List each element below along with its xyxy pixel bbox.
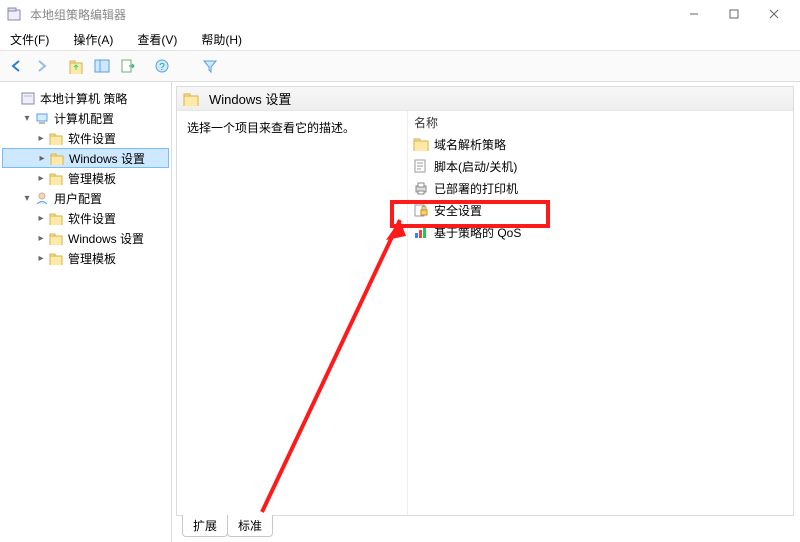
- annotation-highlight-box: [390, 200, 550, 228]
- menu-file[interactable]: 文件(F): [4, 29, 55, 50]
- back-button[interactable]: [4, 54, 28, 78]
- tree-u-software[interactable]: ▸ 软件设置: [2, 208, 169, 228]
- app-icon: [6, 6, 22, 22]
- folder-icon: [48, 250, 64, 266]
- menu-action[interactable]: 操作(A): [67, 29, 119, 50]
- show-hide-tree-button[interactable]: [90, 54, 114, 78]
- description-text: 选择一个项目来查看它的描述。: [187, 121, 355, 135]
- script-icon: [412, 157, 430, 175]
- tree-label: 用户配置: [54, 190, 102, 207]
- list-item-dns[interactable]: 域名解析策略: [408, 133, 793, 155]
- tree-user-config[interactable]: ▾ 用户配置: [2, 188, 169, 208]
- folder-icon: [183, 91, 199, 107]
- description-pane: 选择一个项目来查看它的描述。: [177, 111, 407, 515]
- list-item-label: 脚本(启动/关机): [434, 158, 517, 175]
- menu-view[interactable]: 查看(V): [131, 29, 183, 50]
- detail-header: Windows 设置: [177, 87, 793, 111]
- tree-label: 计算机配置: [54, 110, 114, 127]
- list-item-scripts[interactable]: 脚本(启动/关机): [408, 155, 793, 177]
- tree-label: 管理模板: [68, 170, 116, 187]
- tree-c-windows[interactable]: ▸ Windows 设置: [2, 148, 169, 168]
- twisty-icon[interactable]: ▸: [35, 153, 49, 164]
- twisty-icon[interactable]: ▸: [34, 213, 48, 224]
- up-button[interactable]: [64, 54, 88, 78]
- list-item-label: 已部署的打印机: [434, 180, 518, 197]
- twisty-icon[interactable]: ▾: [20, 193, 34, 204]
- tree-label: Windows 设置: [69, 150, 145, 167]
- toolbar: ?: [0, 50, 800, 82]
- list-item-printers[interactable]: 已部署的打印机: [408, 177, 793, 199]
- close-button[interactable]: [754, 0, 794, 28]
- list-item-label: 域名解析策略: [434, 136, 506, 153]
- tab-standard[interactable]: 标准: [227, 515, 273, 537]
- twisty-icon[interactable]: ▸: [34, 173, 48, 184]
- titlebar: 本地组策略编辑器: [0, 0, 800, 28]
- column-header-name[interactable]: 名称: [408, 111, 793, 133]
- tree-u-admin[interactable]: ▸ 管理模板: [2, 248, 169, 268]
- tree-computer-config[interactable]: ▾ 计算机配置: [2, 108, 169, 128]
- folder-icon: [49, 150, 65, 166]
- list-pane[interactable]: 名称 域名解析策略 脚本(启动/关机) 已部署的打印机: [407, 111, 793, 515]
- detail-header-text: Windows 设置: [209, 89, 291, 108]
- tree-label: Windows 设置: [68, 230, 144, 247]
- folder-icon: [48, 210, 64, 226]
- folder-icon: [48, 130, 64, 146]
- export-list-button[interactable]: [116, 54, 140, 78]
- printer-icon: [412, 179, 430, 197]
- detail-pane: Windows 设置 选择一个项目来查看它的描述。 名称 域名解析策略 脚本(启…: [172, 82, 800, 542]
- svg-text:?: ?: [159, 62, 165, 73]
- tree-label: 软件设置: [68, 130, 116, 147]
- forward-button[interactable]: [30, 54, 54, 78]
- menubar: 文件(F) 操作(A) 查看(V) 帮助(H): [0, 28, 800, 50]
- folder-icon: [412, 135, 430, 153]
- folder-icon: [48, 230, 64, 246]
- tree-u-windows[interactable]: ▸ Windows 设置: [2, 228, 169, 248]
- minimize-button[interactable]: [674, 0, 714, 28]
- tree-label: 管理模板: [68, 250, 116, 267]
- twisty-icon[interactable]: ▸: [34, 133, 48, 144]
- maximize-button[interactable]: [714, 0, 754, 28]
- menu-help[interactable]: 帮助(H): [195, 29, 248, 50]
- tab-strip: 扩展 标准: [176, 516, 794, 538]
- tree-label: 软件设置: [68, 210, 116, 227]
- tree-pane[interactable]: 本地计算机 策略 ▾ 计算机配置 ▸ 软件设置 ▸ Windows 设置 ▸ 管…: [0, 82, 172, 542]
- computer-icon: [34, 110, 50, 126]
- folder-icon: [48, 170, 64, 186]
- tree-c-admin[interactable]: ▸ 管理模板: [2, 168, 169, 188]
- help-button[interactable]: ?: [150, 54, 174, 78]
- policy-icon: [20, 90, 36, 106]
- tree-root[interactable]: 本地计算机 策略: [2, 88, 169, 108]
- twisty-icon[interactable]: ▸: [34, 233, 48, 244]
- tab-extended[interactable]: 扩展: [182, 515, 228, 537]
- twisty-icon[interactable]: ▾: [20, 113, 34, 124]
- filter-button[interactable]: [198, 54, 222, 78]
- window-title: 本地组策略编辑器: [30, 6, 126, 23]
- tree-c-software[interactable]: ▸ 软件设置: [2, 128, 169, 148]
- user-icon: [34, 190, 50, 206]
- tree-label: 本地计算机 策略: [40, 90, 127, 107]
- twisty-icon[interactable]: ▸: [34, 253, 48, 264]
